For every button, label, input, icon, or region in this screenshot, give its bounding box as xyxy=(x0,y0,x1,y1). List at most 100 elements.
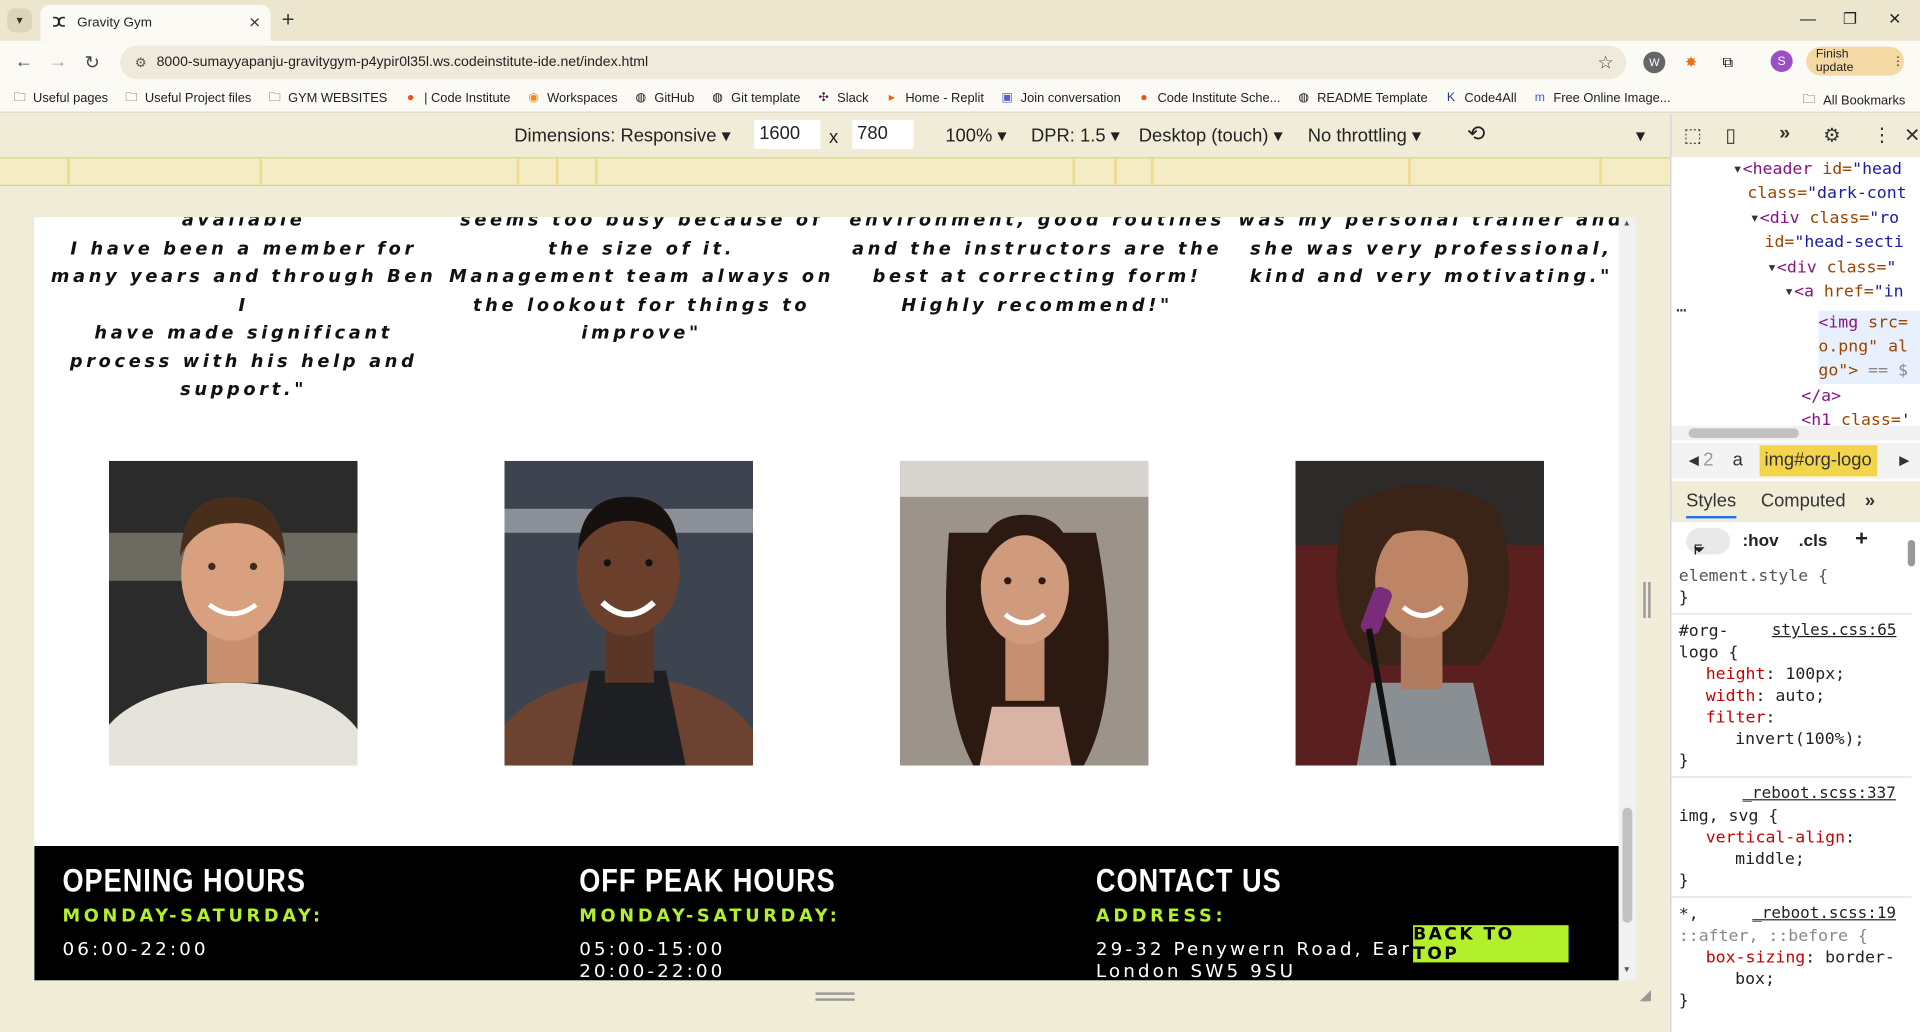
profile-avatar[interactable]: S xyxy=(1770,50,1793,72)
wordpress-extension-icon[interactable]: W xyxy=(1643,51,1666,74)
dom-node-line[interactable]: ▾<div class=" xyxy=(1767,256,1896,281)
bookmark-item[interactable]: ● Code Institute Sche... xyxy=(1137,91,1280,105)
extension-icon[interactable]: ✸ xyxy=(1680,52,1702,74)
bookmark-item[interactable]: ◍ GitHub xyxy=(634,91,694,105)
tab-gravity-gym[interactable]: ⵋ Gravity Gym ✕ xyxy=(40,4,271,41)
rotate-icon[interactable]: ⟲ xyxy=(1467,121,1485,146)
scroll-up-icon[interactable]: ▲ xyxy=(1622,220,1630,228)
bookmark-item[interactable]: ◍ Git template xyxy=(710,91,800,105)
more-panels-icon[interactable]: » xyxy=(1779,124,1790,146)
expand-arrow-icon[interactable]: ▾ xyxy=(1733,160,1743,179)
device-toggle-icon[interactable]: ▯ xyxy=(1725,124,1736,148)
bookmark-item[interactable]: ▸ Home - Replit xyxy=(885,91,984,105)
media-query-ruler[interactable] xyxy=(0,157,1671,186)
zoom-dropdown[interactable]: 100% ▾ xyxy=(945,125,1006,146)
back-arrow-icon[interactable]: ← xyxy=(15,52,33,72)
vertical-align-declaration[interactable]: vertical-align: xyxy=(1706,827,1855,849)
breadcrumb-right-arrow-icon[interactable]: ▶ xyxy=(1899,452,1909,468)
tab-close-icon[interactable]: ✕ xyxy=(248,14,260,31)
dom-node-line[interactable]: go"> == $ xyxy=(1818,358,1920,384)
universal-selector[interactable]: *, xyxy=(1679,904,1699,926)
width-input[interactable]: 1600 xyxy=(754,120,821,149)
finish-update-button[interactable]: Finish update ⋮ xyxy=(1806,46,1905,76)
dom-node-menu-icon[interactable]: ⋯ xyxy=(1676,299,1686,324)
img-svg-selector[interactable]: img, svg { xyxy=(1679,805,1779,827)
reload-icon[interactable]: ↻ xyxy=(84,52,99,73)
box-sizing-declaration[interactable]: box-sizing: border- xyxy=(1706,947,1895,969)
dom-tree[interactable]: ▾<header id="head class="dark-cont ▾<div c… xyxy=(1671,157,1920,430)
hov-toggle[interactable]: :hov xyxy=(1742,530,1778,549)
bookmark-item[interactable]: ● | Code Institute xyxy=(403,91,510,105)
dom-node-line[interactable]: <img src= xyxy=(1818,310,1920,336)
device-type-dropdown[interactable]: Desktop (touch) ▾ xyxy=(1139,125,1283,146)
tab-styles[interactable]: Styles xyxy=(1686,491,1737,519)
inspect-element-icon[interactable]: ⬚ xyxy=(1684,124,1703,148)
extensions-puzzle-icon[interactable]: ⧉ xyxy=(1717,52,1739,74)
viewport-height-handle[interactable] xyxy=(815,992,855,1002)
page-scrollbar[interactable]: ▲ ▼ xyxy=(1618,217,1636,981)
settings-gear-icon[interactable]: ⚙ xyxy=(1823,124,1841,148)
bookmark-item[interactable]: ◍ README Template xyxy=(1296,91,1427,105)
org-logo-selector[interactable]: #org- xyxy=(1679,620,1729,642)
height-input[interactable]: 780 xyxy=(852,120,914,149)
filter-input[interactable]: ⏷ F xyxy=(1686,528,1731,558)
window-close-icon[interactable]: ✕ xyxy=(1888,10,1901,29)
new-rule-icon[interactable]: + xyxy=(1855,526,1868,551)
breadcrumb-item-a[interactable]: a xyxy=(1733,450,1743,470)
dom-node-line[interactable]: ▾<div class="ro xyxy=(1750,206,1899,231)
dom-node-line[interactable]: ▾<header id="head xyxy=(1733,157,1902,182)
scrollbar-thumb[interactable] xyxy=(1622,807,1633,923)
filter-declaration[interactable]: filter: xyxy=(1706,707,1776,729)
breadcrumb-item[interactable]: 2 xyxy=(1703,450,1713,470)
new-tab-icon[interactable]: + xyxy=(282,7,295,32)
dom-node-line[interactable]: </a> xyxy=(1801,384,1841,409)
dom-node-line[interactable]: id="head-secti xyxy=(1765,230,1904,255)
bookmark-item[interactable]: K Code4All xyxy=(1444,91,1517,105)
minimize-icon[interactable]: — xyxy=(1800,10,1816,28)
dom-node-line[interactable]: o.png" al xyxy=(1818,334,1920,360)
tab-computed[interactable]: Computed xyxy=(1761,491,1846,511)
height-declaration[interactable]: height: 100px; xyxy=(1706,664,1845,686)
dom-scroll-thumb[interactable] xyxy=(1688,428,1799,439)
cls-toggle[interactable]: .cls xyxy=(1799,530,1828,549)
breadcrumb-selected[interactable]: img#org-logo xyxy=(1759,445,1877,477)
dom-node-line[interactable]: ▾<a href="in xyxy=(1784,280,1903,305)
styles-css-link[interactable]: styles.css:65 xyxy=(1772,620,1897,642)
reboot-scss-link[interactable]: _reboot.scss:337 xyxy=(1742,784,1895,806)
scroll-down-icon[interactable]: ▼ xyxy=(1622,966,1630,974)
styles-scroll-thumb[interactable] xyxy=(1907,540,1916,567)
bookmark-item[interactable]: m Free Online Image... xyxy=(1533,91,1671,105)
bookmark-item[interactable]: ▣ Join conversation xyxy=(1000,91,1120,105)
throttling-dropdown[interactable]: No throttling ▾ xyxy=(1308,125,1421,146)
devtools-close-icon[interactable]: ✕ xyxy=(1904,124,1920,148)
bookmark-item[interactable]: ◉ Workspaces xyxy=(526,91,617,105)
width-declaration[interactable]: width: auto; xyxy=(1706,685,1825,707)
reboot-scss-link-2[interactable]: _reboot.scss:19 xyxy=(1752,904,1896,926)
forward-arrow-icon[interactable]: → xyxy=(49,52,67,72)
devtools-menu-icon[interactable]: ⋮ xyxy=(1872,124,1892,148)
tab-search-icon[interactable]: ▾ xyxy=(7,8,32,33)
all-bookmarks[interactable]: 🗀 All Bookmarks xyxy=(1802,90,1905,112)
bookmark-item[interactable]: 🗀 GYM WEBSITES xyxy=(267,91,387,105)
bookmark-item[interactable]: 🗀 Useful pages xyxy=(12,91,108,105)
dom-node-line[interactable]: class="dark-cont xyxy=(1747,181,1906,206)
viewport-width-handle[interactable] xyxy=(1642,582,1652,618)
dpr-dropdown[interactable]: DPR: 1.5 ▾ xyxy=(1031,125,1120,146)
expand-arrow-icon[interactable]: ▾ xyxy=(1767,258,1777,277)
vertical-align-value[interactable]: middle; xyxy=(1735,848,1805,870)
bookmark-star-icon[interactable]: ☆ xyxy=(1597,52,1613,73)
filter-value[interactable]: invert(100%); xyxy=(1735,728,1864,750)
expand-arrow-icon[interactable]: ▾ xyxy=(1784,282,1794,301)
dimensions-dropdown[interactable]: Dimensions: Responsive ▾ xyxy=(514,125,730,146)
site-info-icon[interactable]: ⚙ xyxy=(135,55,147,70)
viewport-corner-resize-icon[interactable]: ◢ xyxy=(1640,986,1651,1003)
restore-icon[interactable]: ❐ xyxy=(1843,10,1857,29)
styles-scrollbar[interactable] xyxy=(1905,528,1917,1032)
expand-arrow-icon[interactable]: ▾ xyxy=(1750,209,1760,228)
url-bar[interactable]: ⚙ 8000-sumayyapanju-gravitygym-p4ypir0l3… xyxy=(120,45,1627,80)
dom-horizontal-scrollbar[interactable] xyxy=(1671,426,1920,441)
bookmark-item[interactable]: 🗀 Useful Project files xyxy=(124,91,251,105)
breadcrumb-left-arrow-icon[interactable]: ◀ xyxy=(1689,452,1699,468)
element-style-selector[interactable]: element.style { xyxy=(1679,565,1828,587)
more-options-icon[interactable]: ▾ xyxy=(1636,125,1645,146)
